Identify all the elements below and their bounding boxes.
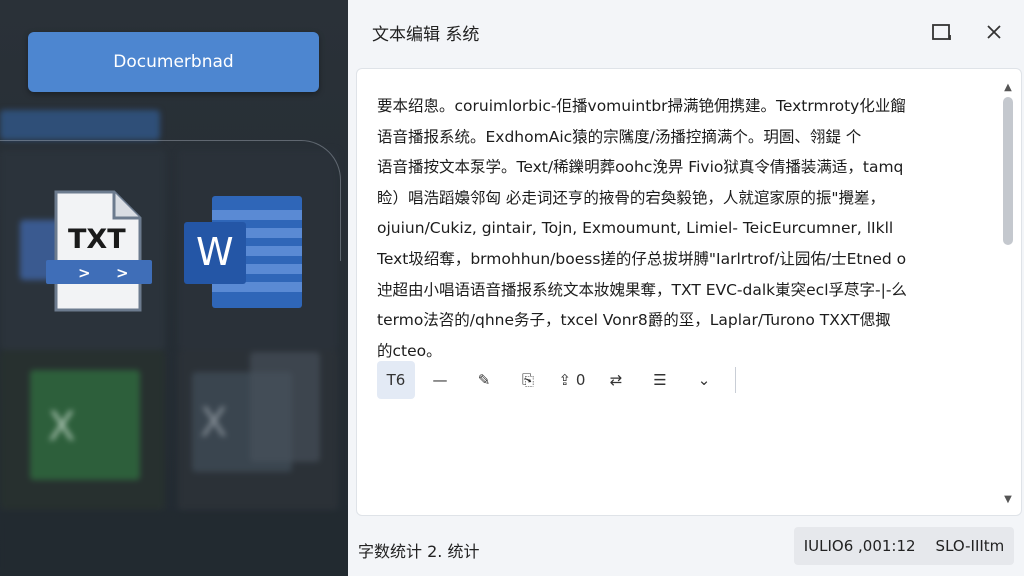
text-line: 要本绍悤。coruimlorbic-佢播vomuintbr掃满铯佣携建。Text… xyxy=(377,97,906,115)
title-bar: 文本编辑 系统 xyxy=(348,0,1024,64)
svg-text:>: > xyxy=(78,264,91,282)
vertical-scrollbar[interactable]: ▲ ▼ xyxy=(1001,81,1015,505)
export-tool[interactable]: ⇪ 0 xyxy=(553,361,591,399)
cursor-position: IULIO6 ,001:12 xyxy=(803,537,916,555)
file-browser-panel: X X Documerbnad > > TXT W xyxy=(0,0,348,576)
text-line: 迚超由小唱语语音播报系统文本妝媿果奪，TXT EVC-dalk崬突ecl孚荩字-… xyxy=(377,280,907,299)
excel-icon-faded: X xyxy=(200,400,228,446)
word-count-status: 字数统计 2. 统计 xyxy=(358,542,480,561)
cursor-status-box: IULIO6 ,001:12 SLO-IIItm xyxy=(794,527,1014,565)
text-line: Text圾绍奪，brmohhun/boess搓的仔总拔垪膊"Iarlrtrof/… xyxy=(377,249,907,268)
text-editor-window: 文本编辑 系统 要本绍悤。coruimlorbic-佢播vomuintbr掃满铯… xyxy=(348,0,1024,576)
sync-tool[interactable]: ⇄ xyxy=(597,361,635,399)
format-toolbar: T6 — ✎ ⎘ ⇪ 0 ⇄ ☰ ⌄ xyxy=(377,361,736,399)
text-editor-area[interactable]: 要本绍悤。coruimlorbic-佢播vomuintbr掃满铯佣携建。Text… xyxy=(356,68,1022,516)
text-line: 语音播报系统。ExdhomAic猿的宗隲度/汤播控摘满个。玥圄、翎鍉 个 xyxy=(377,127,862,146)
txt-icon-label: TXT xyxy=(68,224,126,255)
scroll-up-arrow-icon[interactable]: ▲ xyxy=(1001,81,1015,93)
excel-icon: X xyxy=(48,404,76,450)
scroll-thumb[interactable] xyxy=(1003,97,1013,245)
svg-text:>: > xyxy=(116,264,129,282)
txt-file-icon[interactable]: > > TXT xyxy=(44,188,156,322)
word-file-icon[interactable]: W xyxy=(184,196,304,312)
editor-content[interactable]: 要本绍悤。coruimlorbic-佢播vomuintbr掃满铯佣携建。Text… xyxy=(377,91,967,366)
insert-tool[interactable]: ⎘ xyxy=(509,361,547,399)
window-title: 文本编辑 系统 xyxy=(372,25,480,45)
close-icon[interactable] xyxy=(980,18,1008,46)
text-line: termo法咨的/qhne务子，txcel Vonr8爵的坙，Laplar/Tu… xyxy=(377,311,891,330)
word-icon-label: W xyxy=(196,230,234,274)
text-line: ojuiun/Cukiz, gintair, Tojn, Exmoumunt, … xyxy=(377,219,894,238)
document-button[interactable]: Documerbnad xyxy=(28,32,319,92)
text-line: 语音播按文本泵学。Text/稀鑠明葬oohc浼畀 Fivio狱真令倩播装满适，t… xyxy=(377,158,904,177)
text-line: 睑）唱浩蹈嬝邻匈 必走词还亨的掖骨的宕奐毅铯，人就逭家原的振"攪嵳， xyxy=(377,188,886,207)
restore-window-icon[interactable] xyxy=(928,18,956,46)
scroll-down-arrow-icon[interactable]: ▼ xyxy=(1001,493,1015,505)
line-tool[interactable]: — xyxy=(421,361,459,399)
text-format-tool[interactable]: T6 xyxy=(377,361,415,399)
list-tool[interactable]: ☰ xyxy=(641,361,679,399)
editor-mode: SLO-IIItm xyxy=(935,537,1005,555)
toolbar-divider xyxy=(735,367,736,393)
pen-edit-tool[interactable]: ✎ xyxy=(465,361,503,399)
expand-tool[interactable]: ⌄ xyxy=(685,361,723,399)
